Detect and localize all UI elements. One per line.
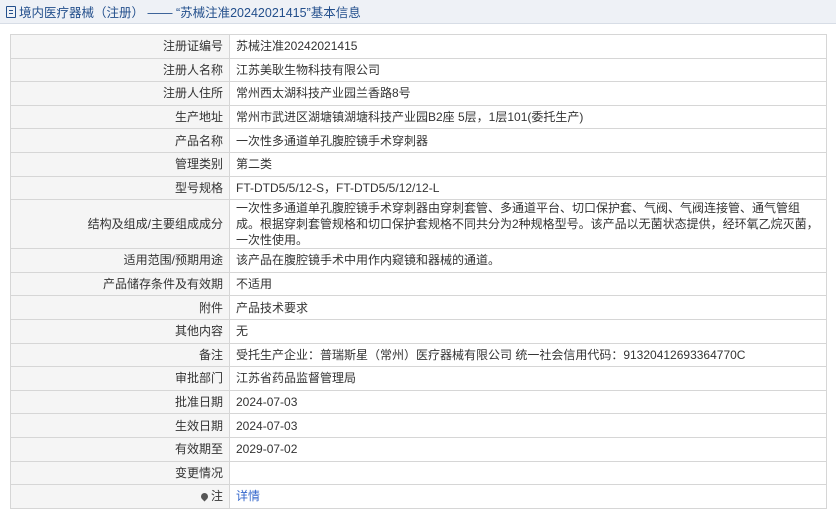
row-value: 2024-07-03 xyxy=(229,413,827,438)
row-value: 2029-07-02 xyxy=(229,436,827,462)
row-value: 2024-07-03 xyxy=(229,389,827,415)
row-label: 注册人住所 xyxy=(10,81,230,106)
row-value: 常州市武进区湖塘镇湖塘科技产业园B2座 5层，1层101(委托生产) xyxy=(229,104,827,130)
row-value xyxy=(229,460,827,486)
row-label: 结构及组成/主要组成成分 xyxy=(10,199,230,250)
row-label: 批准日期 xyxy=(10,389,230,415)
note-label-cell: 注 xyxy=(10,484,230,509)
row-label: 适用范围/预期用途 xyxy=(10,248,230,273)
row-value: 该产品在腹腔镜手术中用作内窥镜和器械的通道。 xyxy=(229,248,827,273)
row-label: 审批部门 xyxy=(10,366,230,391)
table-row: 批准日期 2024-07-03 xyxy=(10,389,827,415)
row-label: 变更情况 xyxy=(10,460,230,486)
row-value: 一次性多通道单孔腹腔镜手术穿刺器由穿刺套管、多通道平台、切口保护套、气阀、气阀连… xyxy=(229,199,827,250)
row-label: 注册证编号 xyxy=(10,34,230,59)
row-value: 江苏美耿生物科技有限公司 xyxy=(229,57,827,83)
table-row: 生产地址 常州市武进区湖塘镇湖塘科技产业园B2座 5层，1层101(委托生产) xyxy=(10,104,827,130)
row-label: 产品储存条件及有效期 xyxy=(10,271,230,297)
table-row: 注册人名称 江苏美耿生物科技有限公司 xyxy=(10,57,827,83)
table-row: 审批部门 江苏省药品监督管理局 xyxy=(10,366,827,391)
row-label: 备注 xyxy=(10,342,230,368)
row-label: 产品名称 xyxy=(10,128,230,153)
table-row: 备注 受托生产企业：普瑞斯星（常州）医疗器械有限公司 统一社会信用代码：9132… xyxy=(10,342,827,368)
row-value: 江苏省药品监督管理局 xyxy=(229,366,827,391)
row-value: 产品技术要求 xyxy=(229,295,827,320)
pin-icon xyxy=(199,491,210,502)
row-label: 生效日期 xyxy=(10,413,230,438)
row-label: 生产地址 xyxy=(10,104,230,130)
row-label: 附件 xyxy=(10,295,230,320)
table-row: 适用范围/预期用途 该产品在腹腔镜手术中用作内窥镜和器械的通道。 xyxy=(10,248,827,273)
row-value: 第二类 xyxy=(229,151,827,177)
details-link[interactable]: 详情 xyxy=(236,489,260,503)
row-value: FT-DTD5/5/12-S，FT-DTD5/5/12/12-L xyxy=(229,175,827,201)
table-row: 管理类别 第二类 xyxy=(10,151,827,177)
table-row: 产品储存条件及有效期 不适用 xyxy=(10,271,827,297)
table-row: 生效日期 2024-07-03 xyxy=(10,413,827,438)
row-label: 管理类别 xyxy=(10,151,230,177)
page-header: 境内医疗器械（注册） —— “苏械注准20242021415”基本信息 xyxy=(0,0,836,24)
row-label: 有效期至 xyxy=(10,436,230,462)
row-value: 受托生产企业：普瑞斯星（常州）医疗器械有限公司 统一社会信用代码：9132041… xyxy=(229,342,827,368)
table-row: 有效期至 2029-07-02 xyxy=(10,436,827,462)
row-value: 常州西太湖科技产业园兰香路8号 xyxy=(229,81,827,106)
table-row: 变更情况 xyxy=(10,460,827,486)
table-row: 注 详情 xyxy=(10,484,827,509)
table-row: 附件 产品技术要求 xyxy=(10,295,827,320)
table-row: 注册证编号 苏械注准20242021415 xyxy=(10,34,827,59)
page-title: 境内医疗器械（注册） —— “苏械注准20242021415”基本信息 xyxy=(19,6,361,20)
row-label: 型号规格 xyxy=(10,175,230,201)
row-value: 详情 xyxy=(229,484,827,509)
table-row: 注册人住所 常州西太湖科技产业园兰香路8号 xyxy=(10,81,827,106)
row-label: 注册人名称 xyxy=(10,57,230,83)
table-row: 产品名称 一次性多通道单孔腹腔镜手术穿刺器 xyxy=(10,128,827,153)
row-label: 其他内容 xyxy=(10,318,230,344)
info-table: 注册证编号 苏械注准20242021415 注册人名称 江苏美耿生物科技有限公司… xyxy=(10,34,827,509)
row-value: 无 xyxy=(229,318,827,344)
table-row: 其他内容 无 xyxy=(10,318,827,344)
row-value: 不适用 xyxy=(229,271,827,297)
row-value: 一次性多通道单孔腹腔镜手术穿刺器 xyxy=(229,128,827,153)
row-label: 注 xyxy=(210,489,223,504)
table-row: 型号规格 FT-DTD5/5/12-S，FT-DTD5/5/12/12-L xyxy=(10,175,827,201)
document-icon xyxy=(6,5,16,18)
table-row: 结构及组成/主要组成成分 一次性多通道单孔腹腔镜手术穿刺器由穿刺套管、多通道平台… xyxy=(10,199,827,250)
row-value: 苏械注准20242021415 xyxy=(229,34,827,59)
